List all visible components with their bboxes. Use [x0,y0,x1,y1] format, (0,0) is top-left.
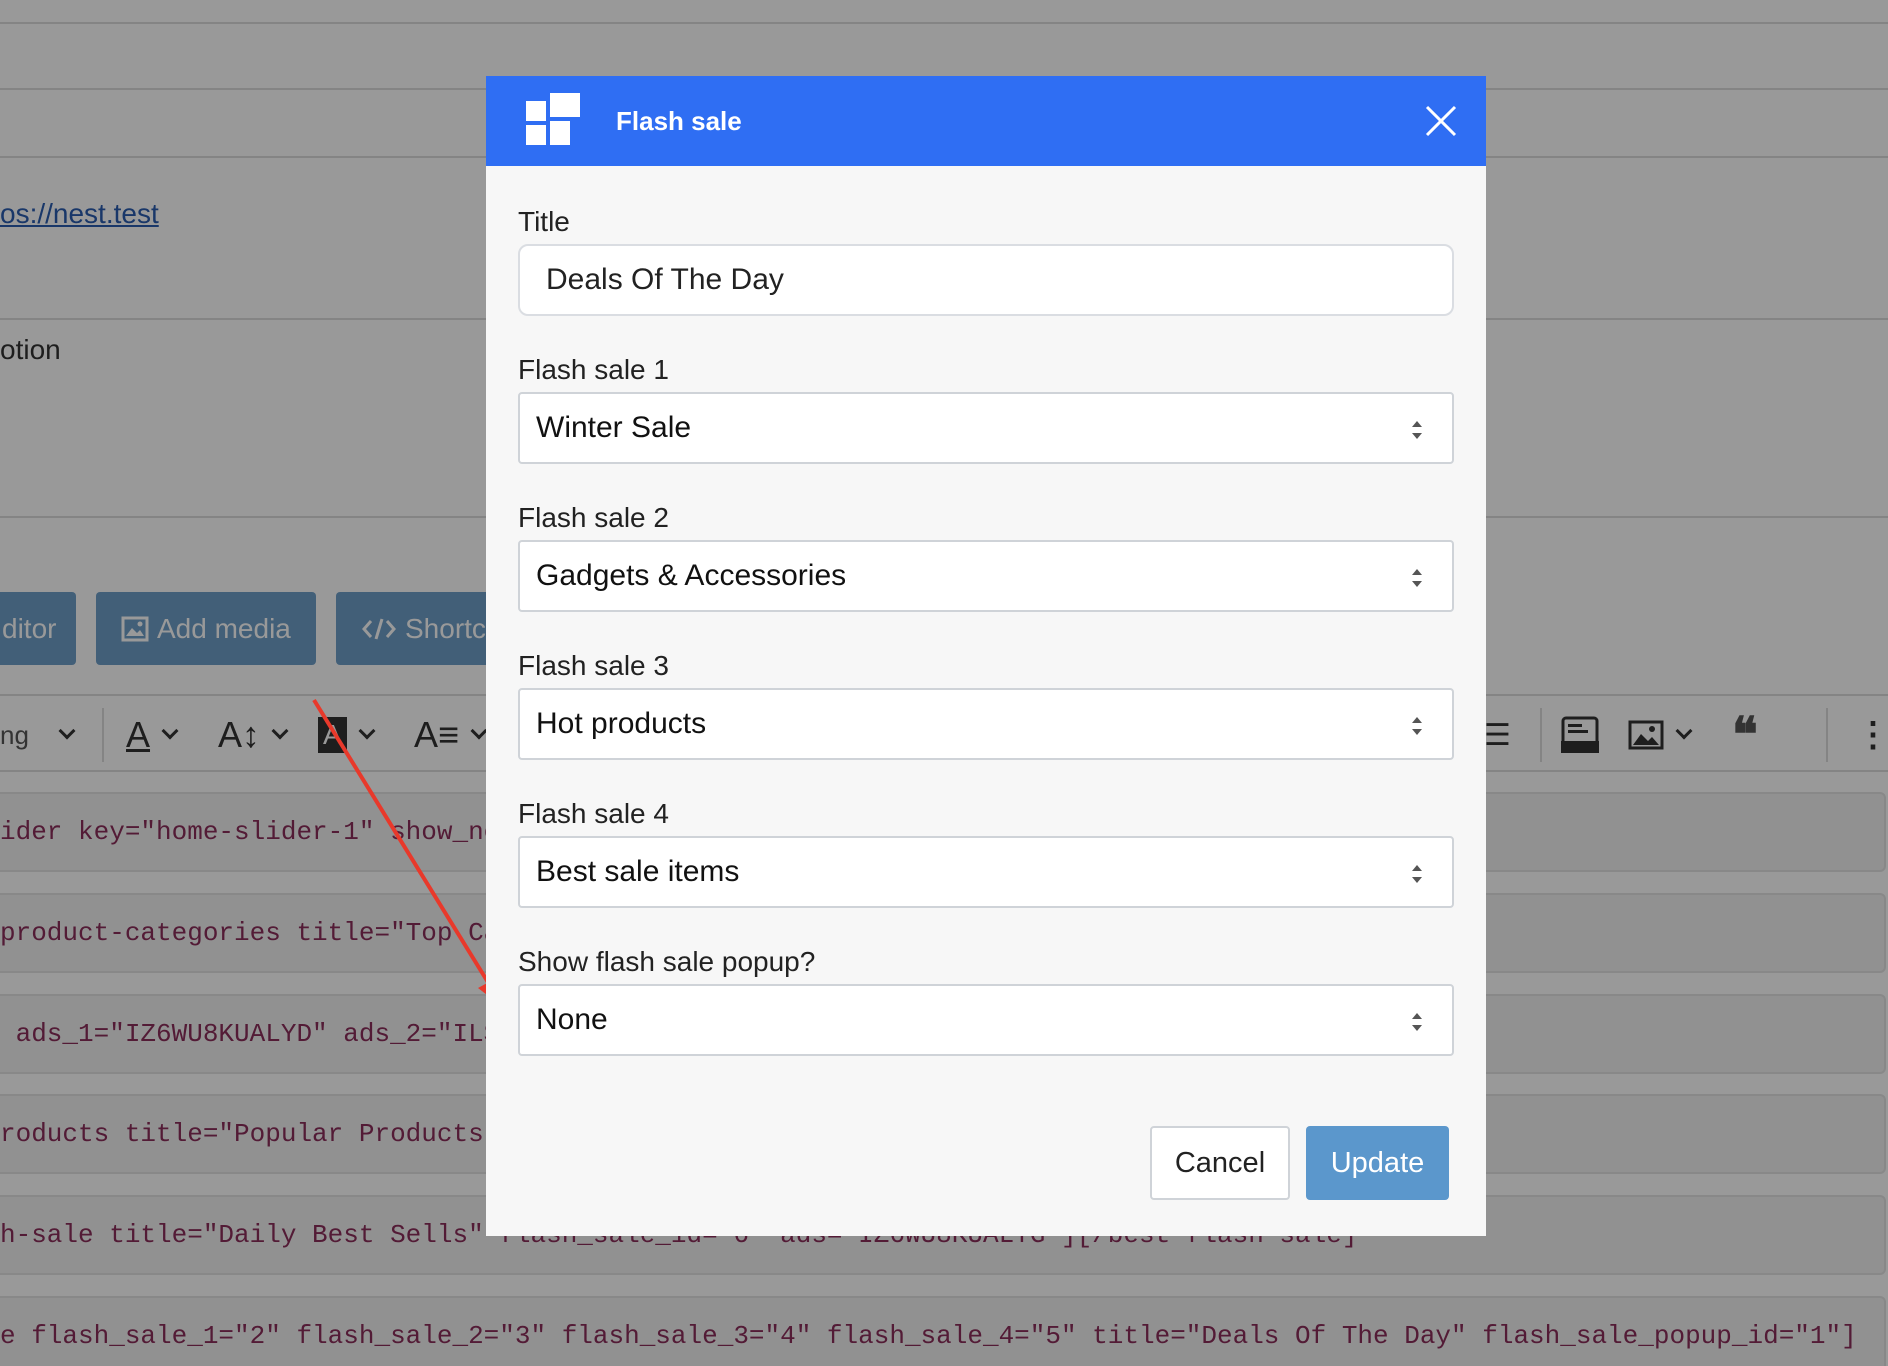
flash-sale-4-select[interactable]: Best sale items [518,836,1454,908]
select-arrows-icon [1412,1013,1422,1031]
select-arrows-icon [1412,717,1422,735]
title-label: Title [518,206,570,237]
select-arrows-icon [1412,865,1422,883]
flash-sale-1-value: Winter Sale [536,411,692,444]
flash-sale-1-label: Flash sale 1 [518,354,669,385]
update-button[interactable]: Update [1306,1126,1449,1200]
flash-sale-3-label: Flash sale 3 [518,650,669,681]
select-arrows-icon [1412,569,1422,587]
flash-sale-modal: Flash sale Title Flash sale 1 Winter Sal… [486,76,1486,1236]
close-icon[interactable] [1418,98,1464,144]
flash-sale-1-select[interactable]: Winter Sale [518,392,1454,464]
popup-select[interactable]: None [518,984,1454,1056]
flash-sale-2-label: Flash sale 2 [518,502,669,533]
flash-sale-4-label: Flash sale 4 [518,798,669,829]
flash-sale-4-value: Best sale items [536,855,740,888]
flash-sale-3-select[interactable]: Hot products [518,688,1454,760]
popup-label: Show flash sale popup? [518,946,816,977]
flash-sale-2-select[interactable]: Gadgets & Accessories [518,540,1454,612]
modal-title: Flash sale [616,106,742,136]
title-input[interactable] [518,244,1454,316]
flash-sale-2-value: Gadgets & Accessories [536,559,847,592]
cancel-button[interactable]: Cancel [1150,1126,1290,1200]
widget-grid-icon [526,93,580,145]
popup-value: None [536,1003,608,1036]
flash-sale-3-value: Hot products [536,707,707,740]
modal-header: Flash sale [486,76,1486,166]
select-arrows-icon [1412,421,1422,439]
